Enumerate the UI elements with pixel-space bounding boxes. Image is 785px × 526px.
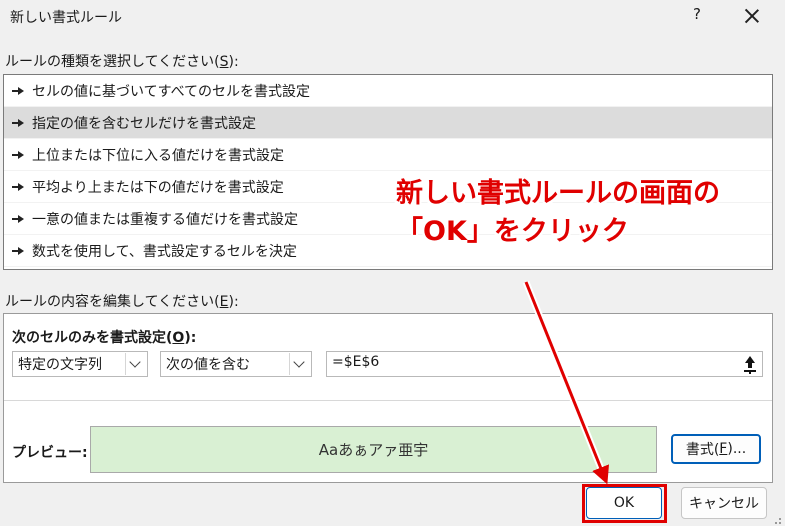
arrow-right-icon bbox=[12, 244, 26, 258]
collapse-dialog-button[interactable] bbox=[740, 354, 760, 374]
cancel-button[interactable]: キャンセル bbox=[681, 487, 767, 519]
annotation-line-2: 「OK」をクリック bbox=[396, 216, 629, 247]
operator-dropdown[interactable] bbox=[289, 353, 310, 375]
preview-text: Aaあぁアァ亜宇 bbox=[318, 441, 429, 459]
condition-type-dropdown[interactable] bbox=[125, 353, 146, 375]
rule-type-item-selected[interactable]: 指定の値を含むセルだけを書式設定 bbox=[4, 107, 772, 139]
divider bbox=[4, 400, 772, 401]
title-bar: 新しい書式ルール ? bbox=[0, 0, 785, 34]
heading-prefix: 次のセルのみを書式設定( bbox=[12, 330, 173, 346]
rule-edit-label-suffix: ): bbox=[228, 294, 239, 310]
format-button-prefix: 書式( bbox=[685, 442, 720, 458]
arrow-right-icon bbox=[12, 148, 26, 162]
arrow-right-icon bbox=[12, 116, 26, 130]
format-only-cells-heading: 次のセルのみを書式設定(O): bbox=[12, 327, 196, 347]
rule-type-label-suffix: ): bbox=[228, 54, 239, 70]
close-icon[interactable] bbox=[740, 4, 764, 28]
value-input[interactable]: =$E$6 bbox=[326, 351, 763, 377]
rule-type-label-mnemonic: S bbox=[219, 54, 229, 70]
rule-edit-panel: 次のセルのみを書式設定(O): 特定の文字列 次の値を含む =$E$6 プレビュ… bbox=[3, 313, 773, 483]
preview-label: プレビュー: bbox=[12, 445, 88, 461]
rule-type-item-label: セルの値に基づいてすべてのセルを書式設定 bbox=[32, 83, 311, 100]
rule-type-item-label: 平均より上または下の値だけを書式設定 bbox=[32, 179, 284, 196]
condition-type-value: 特定の文字列 bbox=[18, 357, 102, 373]
chevron-down-icon bbox=[129, 356, 141, 368]
chevron-down-icon bbox=[293, 356, 305, 368]
rule-edit-label: ルールの内容を編集してください(E): bbox=[5, 291, 239, 311]
rule-type-label-prefix: ルールの種類を選択してください( bbox=[5, 54, 220, 70]
rule-edit-label-prefix: ルールの内容を編集してください( bbox=[5, 294, 220, 310]
heading-mnemonic: O bbox=[172, 330, 185, 346]
rule-type-item[interactable]: セルの値に基づいてすべてのセルを書式設定 bbox=[4, 75, 772, 107]
condition-type-select[interactable]: 特定の文字列 bbox=[12, 351, 148, 377]
operator-value: 次の値を含む bbox=[166, 357, 250, 373]
window-title: 新しい書式ルール bbox=[10, 10, 122, 26]
upload-arrow-icon bbox=[740, 354, 760, 374]
rule-type-item[interactable]: 上位または下位に入る値だけを書式設定 bbox=[4, 139, 772, 171]
rule-type-item-label: 数式を使用して、書式設定するセルを決定 bbox=[32, 243, 297, 260]
rule-type-item-label: 指定の値を含むセルだけを書式設定 bbox=[32, 115, 256, 132]
rule-type-label: ルールの種類を選択してください(S): bbox=[5, 51, 239, 71]
rule-type-item-label: 一意の値または重複する値だけを書式設定 bbox=[32, 211, 298, 228]
arrow-right-icon bbox=[12, 180, 26, 194]
annotation-line-1: 新しい書式ルールの画面の bbox=[396, 178, 720, 209]
ok-button[interactable]: OK bbox=[586, 487, 662, 519]
arrow-right-icon bbox=[12, 212, 26, 226]
rule-type-item-label: 上位または下位に入る値だけを書式設定 bbox=[32, 147, 284, 164]
format-button[interactable]: 書式(F)... bbox=[671, 434, 761, 464]
format-button-suffix: )... bbox=[727, 441, 747, 457]
format-button-mnemonic: F bbox=[719, 441, 728, 457]
annotation-text: 新しい書式ルールの画面の 「OK」をクリック bbox=[396, 175, 720, 251]
heading-suffix: ): bbox=[184, 330, 197, 346]
operator-select[interactable]: 次の値を含む bbox=[160, 351, 312, 377]
help-button[interactable]: ? bbox=[687, 5, 707, 27]
value-text: =$E$6 bbox=[332, 354, 380, 370]
arrow-right-icon bbox=[12, 84, 26, 98]
resize-grip-icon[interactable] bbox=[771, 514, 781, 524]
preview-box: Aaあぁアァ亜宇 bbox=[90, 426, 657, 473]
